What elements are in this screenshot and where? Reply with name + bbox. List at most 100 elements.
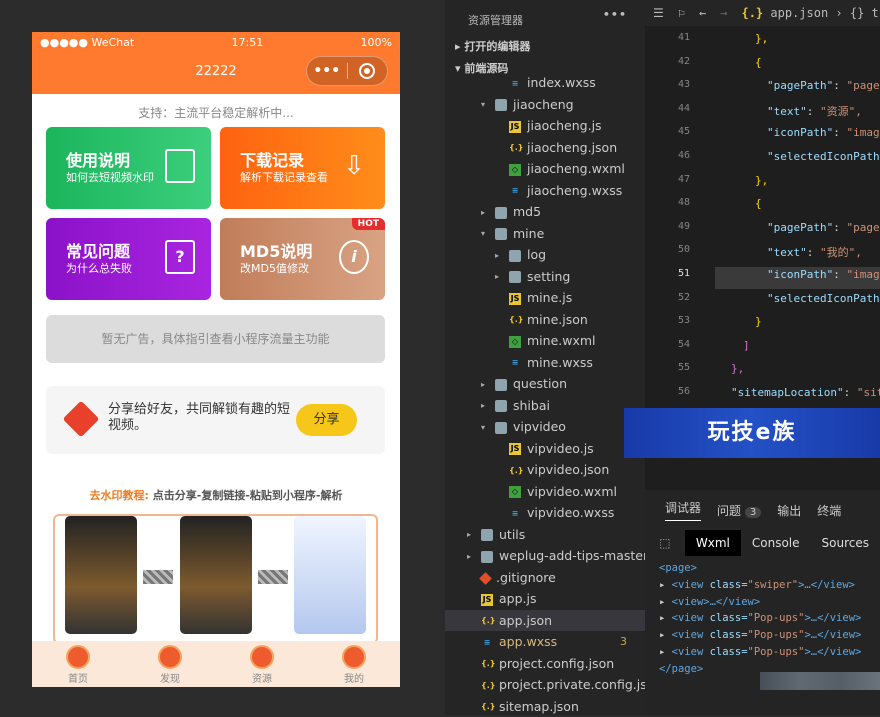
tree-item[interactable]: {.}vipvideo.json (445, 459, 645, 481)
wxml-node[interactable]: ▸ <view>…</view> (659, 594, 880, 611)
tree-item[interactable]: JSjiaocheng.js (445, 115, 645, 137)
tree-item[interactable]: {.}project.private.config.js... (445, 674, 645, 696)
wxss-file-icon: ≡ (509, 78, 521, 90)
tree-item[interactable]: {.}sitemap.json (445, 696, 645, 717)
tree-item[interactable]: {.}app.json (445, 610, 645, 632)
wxss-file-icon: ≡ (481, 637, 493, 649)
tree-item[interactable]: ▸shibai (445, 395, 645, 417)
tree-item[interactable]: ≡mine.wxss (445, 352, 645, 374)
tab-debugger[interactable]: 调试器 (665, 499, 701, 521)
tree-item[interactable]: JS vipvideo.js (445, 438, 645, 460)
line-number: 56 (645, 386, 690, 397)
tree-item[interactable]: ▸utils (445, 524, 645, 546)
line-number: 47 (645, 174, 690, 185)
tab-problems[interactable]: 问题 3 (717, 502, 761, 519)
tab-label: 资源 (216, 670, 308, 685)
wxml-node[interactable]: ▸ <view class="Pop-ups">…</view> (659, 610, 880, 627)
tab-wxml[interactable]: Wxml (685, 530, 741, 556)
tree-item-label: app.json (499, 613, 552, 628)
tree-item[interactable]: ≡app.wxss3 (445, 631, 645, 653)
tree-item[interactable]: ▸log (445, 244, 645, 266)
tutorial-title-steps: 点击分享-复制链接-粘贴到小程序-解析 (149, 489, 343, 502)
tree-item[interactable]: ▸ weplug-add-tips-master (445, 545, 645, 567)
tab-home[interactable]: 首页 (32, 641, 124, 687)
tree-item[interactable]: ◇jiaocheng.wxml (445, 158, 645, 180)
tree-item[interactable]: .gitignore (445, 567, 645, 589)
tree-item-label: jiaocheng.wxml (527, 161, 625, 176)
folder-icon (495, 228, 507, 240)
tree-item[interactable]: JSapp.js (445, 588, 645, 610)
wxml-node[interactable]: ▸ <view class="Pop-ups">…</view> (659, 627, 880, 644)
wxml-node[interactable]: <page> (659, 560, 880, 577)
capsule-menu: ••• (306, 56, 388, 86)
tree-item-label: mine.js (527, 290, 572, 305)
card-md5[interactable]: HOT MD5说明 改MD5值修改 i (220, 218, 385, 300)
tree-item-label: vipvideo.js (527, 441, 594, 456)
tab-label: 发现 (124, 670, 216, 685)
card-usage[interactable]: 使用说明 如何去短视频水印 (46, 127, 211, 209)
problem-count-badge: 3 (745, 507, 761, 518)
card-subtitle: 改MD5值修改 (240, 262, 335, 275)
tab-bar: 首页 发现 资源 我的 (32, 641, 400, 687)
back-arrow-icon[interactable]: ← (699, 6, 706, 20)
tree-item-label: weplug-add-tips-master (499, 548, 648, 563)
tree-item[interactable]: ◇mine.wxml (445, 330, 645, 352)
tab-discover[interactable]: 发现 (124, 641, 216, 687)
tree-item[interactable]: ▸question (445, 373, 645, 395)
tree-item-label: app.js (499, 591, 537, 606)
expand-arrow-icon: ▸ (659, 596, 672, 608)
tree-item[interactable]: {.}project.config.json (445, 653, 645, 675)
js-file-icon: JS (509, 443, 521, 455)
element-picker-icon[interactable]: ⬚ (645, 536, 685, 550)
tree-item[interactable]: {.}jiaocheng.json (445, 137, 645, 159)
tree-item[interactable]: ≡index.wxss (445, 72, 645, 94)
code-line: ] (743, 339, 750, 352)
tree-item[interactable]: ▸md5 (445, 201, 645, 223)
wxml-node[interactable]: ▸ <view class="swiper">…</view> (659, 577, 880, 594)
tree-item[interactable]: ▾mine (445, 223, 645, 245)
folder-icon (495, 422, 507, 434)
tree-item[interactable]: ≡jiaocheng.wxss (445, 180, 645, 202)
tab-output[interactable]: 输出 (777, 502, 801, 519)
folder-icon (481, 551, 493, 563)
list-icon[interactable]: ☰ (653, 6, 664, 20)
tab-mine[interactable]: 我的 (308, 641, 400, 687)
chevron-right-icon: ▸ (467, 546, 477, 568)
line-number: 48 (645, 197, 690, 208)
bookmark-icon[interactable]: ⚐ (678, 6, 685, 20)
tree-item[interactable]: ▾jiaocheng (445, 94, 645, 116)
forward-arrow-icon[interactable]: → (720, 6, 727, 20)
share-button[interactable]: 分享 (296, 404, 357, 436)
folder-icon (495, 207, 507, 219)
line-number: 51 (645, 268, 690, 279)
wxml-node[interactable]: ▸ <view class="Pop-ups">…</view> (659, 644, 880, 661)
code-line: }, (731, 362, 744, 375)
folder-icon (509, 271, 521, 283)
tree-item-label: vipvideo.wxss (527, 505, 614, 520)
folder-icon (495, 379, 507, 391)
close-miniprogram-button[interactable] (348, 63, 388, 79)
breadcrumb-file[interactable]: app.json (770, 6, 828, 20)
tab-resources[interactable]: 资源 (216, 641, 308, 687)
tree-item[interactable]: ≡vipvideo.wxss (445, 502, 645, 524)
tree-item[interactable]: JSmine.js (445, 287, 645, 309)
tab-sources[interactable]: Sources (811, 530, 880, 556)
tree-item[interactable]: ▾vipvideo (445, 416, 645, 438)
more-menu-button[interactable]: ••• (307, 63, 347, 79)
wxss-file-icon: ≡ (509, 185, 521, 197)
git-icon (479, 572, 492, 585)
section-open-editors[interactable]: ▸ 打开的编辑器 (445, 36, 645, 58)
js-file-icon: JS (509, 121, 521, 133)
tree-item-label: question (513, 376, 567, 391)
card-subtitle: 为什么总失败 (66, 262, 161, 275)
tree-item[interactable]: ▸setting (445, 266, 645, 288)
explorer-more-button[interactable]: ••• (603, 8, 627, 21)
card-download-history[interactable]: 下载记录 解析下载记录查看 ⇩ (220, 127, 385, 209)
simulator-panel: ●●●●● WeChat 17:51 100% 22222 ••• 支持：主流平… (0, 0, 440, 715)
tab-terminal[interactable]: 终端 (817, 502, 841, 519)
card-faq[interactable]: 常见问题 为什么总失败 ? (46, 218, 211, 300)
tab-console[interactable]: Console (741, 530, 811, 556)
explorer-header: 资源管理器 ••• (445, 0, 645, 36)
tree-item[interactable]: {.}mine.json (445, 309, 645, 331)
tree-item[interactable]: ◇vipvideo.wxml (445, 481, 645, 503)
